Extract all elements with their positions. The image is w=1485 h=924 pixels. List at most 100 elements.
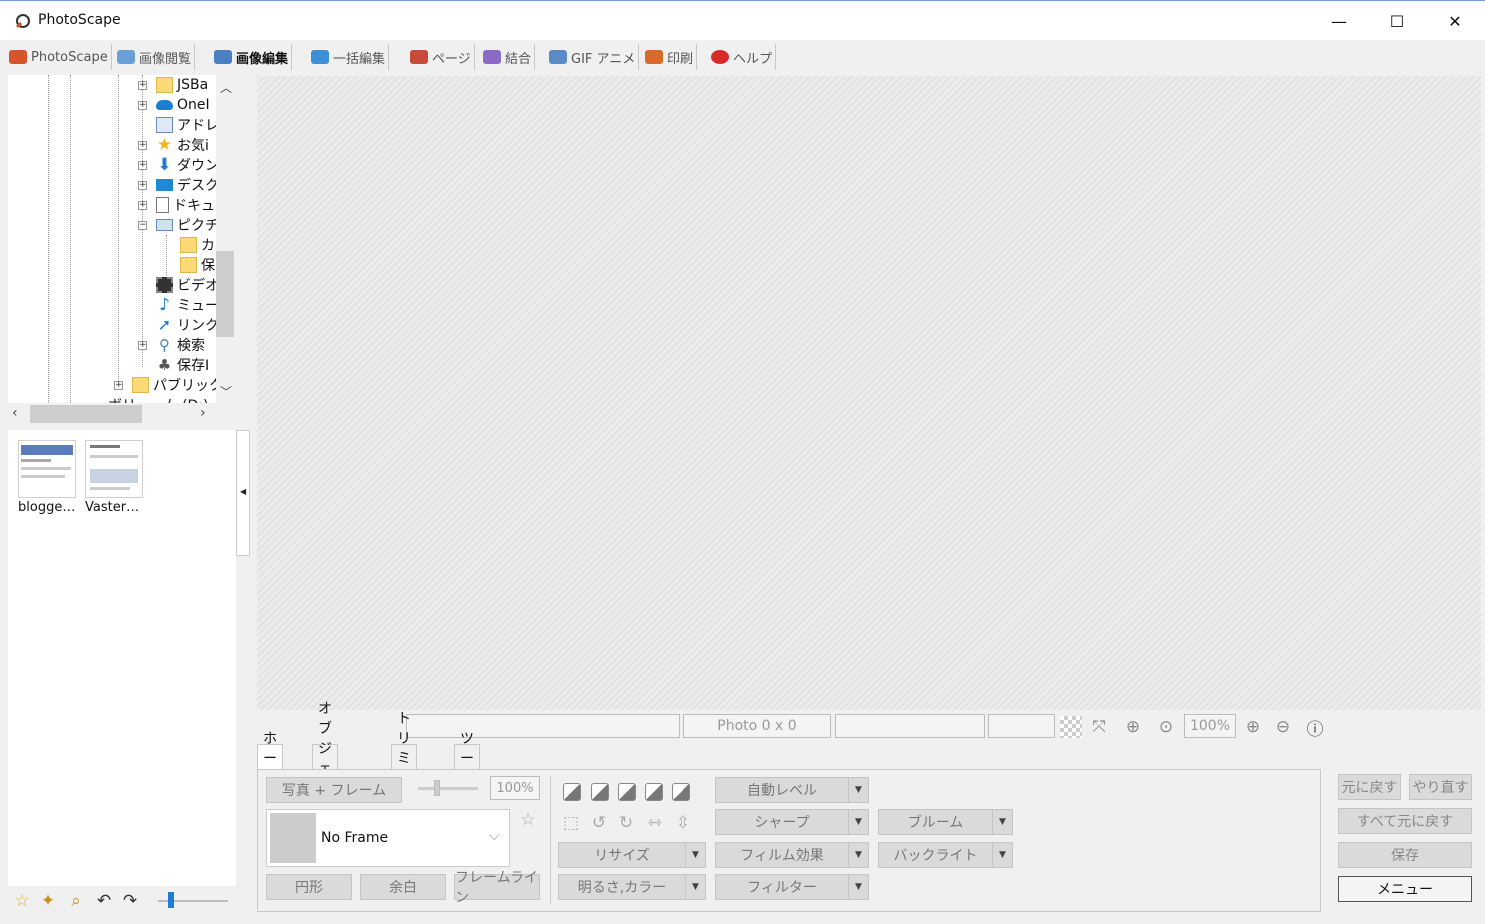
rotate-right-icon[interactable]: ↻ [616,813,636,833]
tree-item[interactable]: OneI [156,95,210,115]
tree-item[interactable]: ⬇ ダウン [156,155,219,175]
dropdown-arrow-icon[interactable]: ▼ [685,875,705,899]
corner-style-5-icon[interactable] [672,783,690,801]
thumbnail-image[interactable] [85,440,143,498]
expand-icon[interactable]: + [138,101,147,110]
photo-frame-button[interactable]: 写真 + フレーム [266,777,402,803]
tree-item[interactable]: ★ お気i [156,135,209,155]
dropdown-arrow-icon[interactable]: ▼ [992,843,1012,867]
frame-slider[interactable] [418,787,478,790]
collapse-icon[interactable]: − [138,221,147,230]
rotate-left-icon[interactable]: ↺ [589,813,609,833]
tree-item[interactable]: ドキュ [156,195,215,215]
scroll-right-icon[interactable]: › [200,405,206,421]
zoom-in-icon[interactable]: ⊕ [1242,716,1264,738]
corner-style-1-icon[interactable] [563,783,581,801]
flip-vertical-icon[interactable]: ⇳ [673,813,693,833]
add-favorite-icon[interactable]: ✦ [38,891,58,911]
auto-level-button[interactable]: 自動レベル ▼ [715,777,869,803]
margin-button[interactable]: 余白 [360,874,446,900]
tab-viewer[interactable]: 画像閲覧 [114,44,196,70]
folder-browse-icon[interactable]: ⌕ [66,891,86,911]
transparency-grid-icon[interactable] [1060,716,1082,738]
scroll-thumb[interactable] [30,405,142,423]
tab-tools[interactable]: ツール [454,731,480,787]
dropdown-arrow-icon[interactable]: ▼ [992,810,1012,834]
redo-button[interactable]: やり直す [1409,774,1472,800]
dropdown-arrow-icon[interactable]: ▼ [848,810,868,834]
thumbnail-image[interactable] [18,440,76,498]
circle-button[interactable]: 円形 [266,874,352,900]
scroll-down-icon[interactable]: ﹀ [220,383,232,400]
dropdown-arrow-icon[interactable]: ▼ [848,875,868,899]
zoom-level-field[interactable]: 100% [1184,714,1236,738]
backlight-button[interactable]: バックライト ▼ [878,842,1013,868]
tree-item[interactable]: デスク [156,175,219,195]
thumbnail-panel[interactable]: blogge… Vaster… [8,430,236,886]
zoom-out-icon[interactable]: ⊖ [1272,716,1294,738]
panel-collapse-handle[interactable]: ◀ [236,430,250,556]
actual-size-icon[interactable]: ⊕ [1122,716,1144,738]
frame-slider-handle[interactable] [434,780,440,796]
corner-style-3-icon[interactable] [618,783,636,801]
tree-vertical-scrollbar[interactable]: ︿ ﹀ [216,75,234,403]
tab-crop[interactable]: トリミング [391,711,417,807]
frame-percent-field[interactable]: 100% [490,776,540,800]
expand-icon[interactable]: + [138,201,147,210]
brightness-color-button[interactable]: 明るさ,カラー ▼ [558,874,706,900]
image-canvas[interactable] [257,76,1481,710]
dropdown-arrow-icon[interactable]: ▼ [685,843,705,867]
resize-button[interactable]: リサイズ ▼ [558,842,706,868]
tab-help[interactable]: ヘルプ [708,44,777,70]
fit-screen-icon[interactable]: ⤧ [1088,716,1110,738]
favorite-star-icon[interactable]: ☆ [12,891,32,911]
scroll-thumb[interactable] [216,251,234,337]
tab-photoscape[interactable]: PhotoScape [6,44,112,70]
expand-icon[interactable]: + [114,381,123,390]
bloom-button[interactable]: ブルーム ▼ [878,809,1013,835]
expand-icon[interactable]: + [138,181,147,190]
frame-line-button[interactable]: フレームライン [454,870,540,906]
tree-item[interactable]: アドレ [156,115,219,135]
dropdown-arrow-icon[interactable]: ▼ [848,843,868,867]
tree-item[interactable]: ビデオ [156,275,219,295]
frame-select[interactable]: No Frame ⌵ [266,809,510,867]
tab-print[interactable]: 印刷 [642,44,698,70]
forward-arrow-icon[interactable]: ↷ [120,891,140,911]
tab-editor[interactable]: 画像編集 [211,44,293,70]
expand-icon[interactable]: + [138,341,147,350]
expand-icon[interactable]: + [138,161,147,170]
expand-icon[interactable]: + [138,81,147,90]
slider-handle[interactable] [168,892,174,908]
flip-horizontal-icon[interactable]: ⇿ [645,813,665,833]
tab-page[interactable]: ページ [407,44,475,70]
corner-style-4-icon[interactable] [645,783,663,801]
save-button[interactable]: 保存 [1338,842,1472,868]
dropdown-arrow-icon[interactable]: ▼ [848,778,868,802]
maximize-button[interactable]: ☐ [1368,1,1426,41]
tree-item[interactable]: 保 [180,255,215,275]
tree-item[interactable]: ピクチ [156,215,219,235]
tree-item[interactable]: パブリック [132,375,223,395]
undo-button[interactable]: 元に戻す [1338,774,1401,800]
info-icon[interactable]: ⓘ [1304,716,1326,740]
expand-icon[interactable]: + [138,141,147,150]
scroll-left-icon[interactable]: ‹ [12,405,18,421]
scroll-up-icon[interactable]: ︿ [220,79,232,96]
undo-all-button[interactable]: すべて元に戻す [1338,808,1472,834]
tree-item[interactable]: ♪ ミュー [156,295,219,315]
filter-button[interactable]: フィルター ▼ [715,874,869,900]
tree-item[interactable]: ⚲ 検索 [156,335,205,355]
menu-button[interactable]: メニュー [1338,876,1472,902]
corner-style-2-icon[interactable] [591,783,609,801]
folder-tree[interactable]: + JSBa + OneI アドレ + ★ お気i + ⬇ ダウン + デスク + … [8,75,234,403]
tree-item[interactable]: JSBa [156,75,208,95]
favorite-frame-icon[interactable]: ☆ [518,810,538,830]
tab-object[interactable]: オブジェクト [312,701,338,817]
close-button[interactable]: ✕ [1426,1,1484,41]
film-effect-button[interactable]: フィルム効果 ▼ [715,842,869,868]
tab-home[interactable]: ホーム [257,731,283,787]
tree-item[interactable]: ボリューム (D:) [108,395,208,403]
sharpen-button[interactable]: シャープ ▼ [715,809,869,835]
back-arrow-icon[interactable]: ↶ [94,891,114,911]
